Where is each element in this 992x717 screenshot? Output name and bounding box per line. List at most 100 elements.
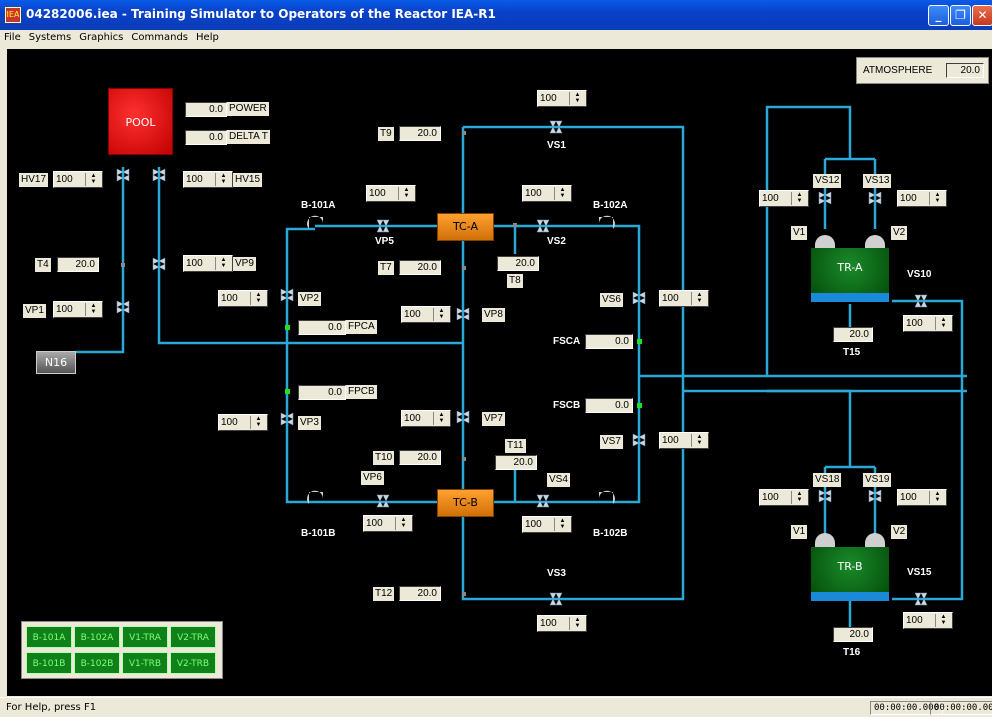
spin-arrows-icon[interactable]: ▲ ▼ bbox=[569, 92, 585, 105]
n16-tank[interactable]: N16 bbox=[36, 351, 76, 374]
vp8-spinner[interactable]: 100 ▲ ▼ bbox=[401, 306, 451, 323]
spin-arrows-icon[interactable]: ▲ ▼ bbox=[395, 517, 411, 530]
hv15-value: 100 bbox=[186, 174, 203, 185]
spin-arrows-icon[interactable]: ▲ ▼ bbox=[433, 308, 449, 321]
hv17-spinner[interactable]: 100 ▲ ▼ bbox=[53, 171, 103, 188]
vs18-value: 100 bbox=[762, 492, 779, 503]
spin-arrows-icon[interactable]: ▲ ▼ bbox=[250, 416, 266, 429]
vs13-spinner[interactable]: 100 ▲ ▼ bbox=[897, 190, 947, 207]
vp5-value: 100 bbox=[369, 188, 386, 199]
menu-file[interactable]: File bbox=[0, 30, 25, 43]
vp7-spinner[interactable]: 100 ▲ ▼ bbox=[401, 410, 451, 427]
vp1-spinner[interactable]: 100 ▲ ▼ bbox=[53, 301, 103, 318]
tc-b-exchanger[interactable]: TC-B bbox=[437, 489, 494, 517]
b102b-label: B-102B bbox=[593, 528, 628, 539]
tr-a-basin bbox=[811, 293, 889, 302]
vp8-label: VP8 bbox=[482, 308, 505, 322]
vs6-label: VS6 bbox=[600, 293, 623, 307]
restore-button[interactable]: ❐ bbox=[950, 5, 971, 26]
atmosphere-value[interactable]: 20.0 bbox=[946, 63, 984, 78]
menu-graphics[interactable]: Graphics bbox=[75, 30, 127, 43]
spin-arrows-icon[interactable]: ▲ ▼ bbox=[215, 257, 231, 270]
vs6-value: 100 bbox=[662, 293, 679, 304]
status-b102a[interactable]: B-102A bbox=[74, 626, 120, 648]
status-b102b[interactable]: B-102B bbox=[74, 652, 120, 674]
spin-arrows-icon[interactable]: ▲ ▼ bbox=[691, 292, 707, 305]
vs2-spinner[interactable]: 100 ▲ ▼ bbox=[522, 185, 572, 202]
schematic-canvas: ATMOSPHERE 20.0 POOL 0.0 POWER 0.0 DELTA… bbox=[7, 49, 992, 696]
vs15-value: 100 bbox=[906, 615, 923, 626]
tr-a-tower[interactable]: TR-A bbox=[811, 248, 889, 293]
spin-arrows-icon[interactable]: ▲ ▼ bbox=[569, 617, 585, 630]
equipment-status-panel: B-101A B-102A V1-TRA V2-TRA B-101B B-102… bbox=[21, 621, 223, 679]
spin-arrows-icon[interactable]: ▲ ▼ bbox=[929, 491, 945, 504]
b102a-label: B-102A bbox=[593, 200, 628, 211]
t11-label: T11 bbox=[505, 439, 526, 453]
t7-value: 20.0 bbox=[399, 260, 441, 275]
vs2-label: VS2 bbox=[547, 236, 566, 247]
tr-b-basin bbox=[811, 592, 889, 601]
vs19-spinner[interactable]: 100 ▲ ▼ bbox=[897, 489, 947, 506]
menu-systems[interactable]: Systems bbox=[25, 30, 76, 43]
menu-help[interactable]: Help bbox=[192, 30, 223, 43]
app-icon[interactable]: IEA bbox=[5, 7, 21, 23]
vs6-spinner[interactable]: 100 ▲ ▼ bbox=[659, 290, 709, 307]
v2a-label: V2 bbox=[891, 226, 908, 240]
status-v1-tra[interactable]: V1-TRA bbox=[122, 626, 168, 648]
status-v1-trb[interactable]: V1-TRB bbox=[122, 652, 168, 674]
vp2-spinner[interactable]: 100 ▲ ▼ bbox=[218, 290, 268, 307]
vs10-spinner[interactable]: 100 ▲ ▼ bbox=[903, 315, 953, 332]
spin-arrows-icon[interactable]: ▲ ▼ bbox=[935, 614, 951, 627]
spin-arrows-icon[interactable]: ▲ ▼ bbox=[250, 292, 266, 305]
spin-arrows-icon[interactable]: ▲ ▼ bbox=[554, 518, 570, 531]
close-button[interactable]: ✕ bbox=[972, 5, 992, 26]
status-b101b[interactable]: B-101B bbox=[26, 652, 72, 674]
vp6-spinner[interactable]: 100 ▲ ▼ bbox=[363, 515, 413, 532]
vp3-spinner[interactable]: 100 ▲ ▼ bbox=[218, 414, 268, 431]
spin-arrows-icon[interactable]: ▲ ▼ bbox=[85, 303, 101, 316]
spin-arrows-icon[interactable]: ▲ ▼ bbox=[791, 192, 807, 205]
t9-label: T9 bbox=[378, 127, 394, 141]
spin-arrows-icon[interactable]: ▲ ▼ bbox=[215, 173, 231, 186]
vp5-spinner[interactable]: 100 ▲ ▼ bbox=[366, 185, 416, 202]
spin-arrows-icon[interactable]: ▲ ▼ bbox=[554, 187, 570, 200]
vs1-spinner[interactable]: 100 ▲ ▼ bbox=[537, 90, 587, 107]
spin-arrows-icon[interactable]: ▲ ▼ bbox=[398, 187, 414, 200]
minimize-button[interactable]: _ bbox=[928, 5, 949, 26]
atmosphere-panel: ATMOSPHERE 20.0 bbox=[856, 57, 989, 84]
status-v2-tra[interactable]: V2-TRA bbox=[170, 626, 216, 648]
vs10-value: 100 bbox=[906, 318, 923, 329]
b101b-label: B-101B bbox=[301, 528, 336, 539]
vs19-value: 100 bbox=[900, 492, 917, 503]
t16-value: 20.0 bbox=[833, 627, 873, 642]
vs18-spinner[interactable]: 100 ▲ ▼ bbox=[759, 489, 809, 506]
spin-arrows-icon[interactable]: ▲ ▼ bbox=[929, 192, 945, 205]
status-v2-trb[interactable]: V2-TRB bbox=[170, 652, 216, 674]
vp3-value: 100 bbox=[221, 417, 238, 428]
vs3-label: VS3 bbox=[547, 568, 566, 579]
vs4-spinner[interactable]: 100 ▲ ▼ bbox=[522, 516, 572, 533]
vp6-label: VP6 bbox=[361, 471, 384, 485]
spin-arrows-icon[interactable]: ▲ ▼ bbox=[791, 491, 807, 504]
vp9-spinner[interactable]: 100 ▲ ▼ bbox=[183, 255, 233, 272]
spin-arrows-icon[interactable]: ▲ ▼ bbox=[691, 434, 707, 447]
spin-arrows-icon[interactable]: ▲ ▼ bbox=[433, 412, 449, 425]
pool-tank[interactable]: POOL bbox=[108, 88, 173, 155]
menu-commands[interactable]: Commands bbox=[127, 30, 192, 43]
hv17-label: HV17 bbox=[19, 173, 49, 187]
vp2-label: VP2 bbox=[298, 292, 321, 306]
spin-arrows-icon[interactable]: ▲ ▼ bbox=[935, 317, 951, 330]
status-b101a[interactable]: B-101A bbox=[26, 626, 72, 648]
vs3-spinner[interactable]: 100 ▲ ▼ bbox=[537, 615, 587, 632]
tr-b-tower[interactable]: TR-B bbox=[811, 547, 889, 592]
vs15-spinner[interactable]: 100 ▲ ▼ bbox=[903, 612, 953, 629]
vp7-label: VP7 bbox=[482, 412, 505, 426]
vp5-label: VP5 bbox=[375, 236, 394, 247]
hv15-spinner[interactable]: 100 ▲ ▼ bbox=[183, 171, 233, 188]
status-time-2: 00:00:00.000 bbox=[930, 701, 992, 715]
spin-arrows-icon[interactable]: ▲ ▼ bbox=[85, 173, 101, 186]
tc-a-exchanger[interactable]: TC-A bbox=[437, 213, 494, 241]
vs7-spinner[interactable]: 100 ▲ ▼ bbox=[659, 432, 709, 449]
vs12-spinner[interactable]: 100 ▲ ▼ bbox=[759, 190, 809, 207]
vp3-label: VP3 bbox=[298, 416, 321, 430]
